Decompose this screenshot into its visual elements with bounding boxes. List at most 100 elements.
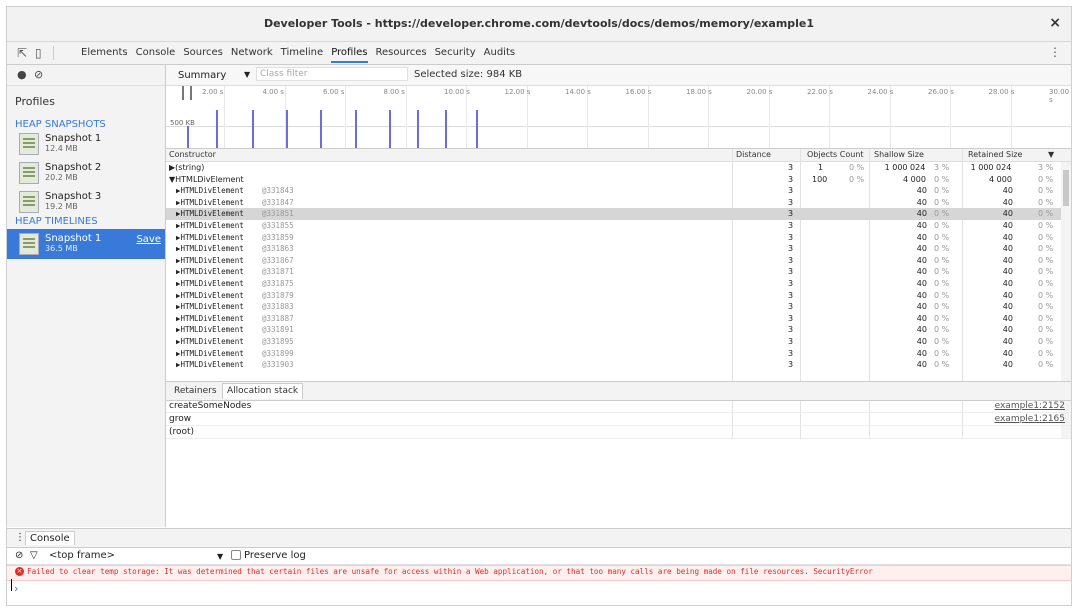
- retained-size-percent: 0 %: [1038, 232, 1054, 242]
- chevron-down-icon[interactable]: ▼: [217, 552, 223, 561]
- constructor-name: ▶HTMLDivElement: [176, 302, 244, 312]
- allocation-bar[interactable]: [389, 110, 391, 148]
- snapshot-icon: [19, 233, 39, 255]
- distance-value: 3: [788, 278, 794, 288]
- range-handle[interactable]: [182, 86, 184, 100]
- close-icon[interactable]: ×: [1049, 15, 1061, 31]
- tab-console[interactable]: Console: [136, 47, 176, 58]
- shallow-size-value: 40: [916, 244, 927, 254]
- table-row[interactable]: ▶HTMLDivElement @331895 3 40 0 % 40 0 %: [166, 336, 1061, 348]
- object-id: @331859: [262, 232, 294, 242]
- table-row[interactable]: ▶HTMLDivElement @331851 3 40 0 % 40 0 %: [166, 208, 1061, 220]
- table-row[interactable]: ▶HTMLDivElement @331887 3 40 0 % 40 0 %: [166, 313, 1061, 325]
- allocation-bar[interactable]: [187, 126, 189, 148]
- view-select[interactable]: Summary: [178, 70, 226, 81]
- class-filter-input[interactable]: Class filter: [256, 67, 408, 81]
- tab-sources[interactable]: Sources: [183, 47, 223, 58]
- table-row[interactable]: ▼HTMLDivElement 3 100 0 % 4 000 0 % 4 000 0 %: [166, 174, 1061, 186]
- table-row[interactable]: ▶HTMLDivElement @331883 3 40 0 % 40 0 %: [166, 301, 1061, 313]
- table-row[interactable]: ▶HTMLDivElement @331871 3 40 0 % 40 0 %: [166, 266, 1061, 278]
- table-row[interactable]: ▶HTMLDivElement @331859 3 40 0 % 40 0 %: [166, 232, 1061, 244]
- table-row[interactable]: ▶HTMLDivElement @331903 3 40 0 % 40 0 %: [166, 359, 1061, 371]
- shallow-size-value: 40: [916, 290, 927, 300]
- sidebar-item-snapshot-1[interactable]: Snapshot 1 12.4 MB: [7, 129, 165, 159]
- table-row[interactable]: ▶HTMLDivElement @331863 3 40 0 % 40 0 %: [166, 243, 1061, 255]
- allocation-bar[interactable]: [355, 110, 357, 148]
- distance-value: 3: [788, 325, 794, 335]
- frame-source-link[interactable]: example1:2152: [995, 400, 1065, 412]
- context-select[interactable]: <top frame>: [49, 550, 115, 561]
- clear-console-icon[interactable]: ⊘: [15, 550, 23, 561]
- col-distance[interactable]: Distance: [736, 150, 771, 159]
- allocation-bar[interactable]: [445, 110, 447, 148]
- allocation-bar[interactable]: [286, 110, 288, 148]
- distance-value: 3: [788, 302, 794, 312]
- tab-network[interactable]: Network: [231, 47, 273, 58]
- table-row[interactable]: ▶HTMLDivElement @331891 3 40 0 % 40 0 %: [166, 324, 1061, 336]
- col-shallow-size[interactable]: Shallow Size: [874, 150, 924, 159]
- sidebar-item-snapshot-2[interactable]: Snapshot 2 20.2 MB: [7, 158, 165, 188]
- col-objects-count[interactable]: Objects Count: [807, 150, 864, 159]
- inspect-element-icon[interactable]: ⇱: [17, 46, 27, 60]
- timeline-tick-label: 4.00 s: [262, 88, 284, 96]
- retained-size-percent: 0 %: [1038, 290, 1054, 300]
- tab-profiles[interactable]: Profiles: [331, 47, 368, 63]
- range-handle[interactable]: [190, 86, 192, 100]
- table-row[interactable]: ▶HTMLDivElement @331855 3 40 0 % 40 0 %: [166, 220, 1061, 232]
- timeline-tick-label: 20.00 s: [746, 88, 773, 96]
- table-row[interactable]: ▶HTMLDivElement @331875 3 40 0 % 40 0 %: [166, 278, 1061, 290]
- tab-resources[interactable]: Resources: [376, 47, 427, 58]
- clear-icon[interactable]: ⊘: [34, 68, 43, 81]
- allocation-bar[interactable]: [216, 110, 218, 148]
- sort-icon[interactable]: ▼: [1048, 150, 1054, 159]
- tab-audits[interactable]: Audits: [484, 47, 515, 58]
- allocation-timeline[interactable]: 500 KB 2.00 s 4.00 s 6.00 s 8.00 s 10.00 s 12…: [166, 86, 1071, 149]
- snapshot-icon: [19, 191, 39, 213]
- sidebar-item-snapshot-3[interactable]: Snapshot 3 19.2 MB: [7, 187, 165, 217]
- retained-size-percent: 0 %: [1038, 267, 1054, 277]
- drawer-menu-icon[interactable]: ⋮: [15, 532, 25, 543]
- shallow-size-percent: 0 %: [934, 267, 950, 277]
- shallow-size-percent: 0 %: [934, 244, 950, 254]
- frame-source-link[interactable]: example1:2165: [995, 413, 1065, 425]
- frame-function: createSomeNodes: [169, 401, 252, 411]
- table-row[interactable]: ▶HTMLDivElement @331899 3 40 0 % 40 0 %: [166, 348, 1061, 360]
- console-prompt[interactable]: ›: [14, 582, 18, 595]
- retained-size-percent: 0 %: [1038, 278, 1054, 288]
- filter-icon[interactable]: ▽: [30, 550, 38, 561]
- device-mode-icon[interactable]: ▯: [35, 46, 42, 60]
- shallow-size-percent: 0 %: [934, 278, 950, 288]
- record-icon[interactable]: ●: [17, 68, 27, 81]
- shallow-size-value: 40: [916, 325, 927, 335]
- retainer-tabs: Retainers Allocation stack: [166, 381, 1071, 401]
- table-row[interactable]: ▶HTMLDivElement @331843 3 40 0 % 40 0 %: [166, 185, 1061, 197]
- tab-retainers[interactable]: Retainers: [174, 386, 217, 396]
- constructor-name: ▶HTMLDivElement: [176, 197, 244, 207]
- retained-size-percent: 0 %: [1038, 186, 1054, 196]
- allocation-bar[interactable]: [320, 110, 322, 148]
- allocation-bar[interactable]: [476, 110, 478, 148]
- retained-size-percent: 0 %: [1038, 348, 1054, 358]
- allocation-bar[interactable]: [417, 110, 419, 148]
- preserve-log-checkbox[interactable]: [231, 550, 241, 560]
- object-id: @331883: [262, 302, 294, 312]
- table-row[interactable]: ▶HTMLDivElement @331867 3 40 0 % 40 0 %: [166, 255, 1061, 267]
- constructor-name: ▶HTMLDivElement: [176, 209, 244, 219]
- col-constructor[interactable]: Constructor: [169, 150, 216, 159]
- table-row[interactable]: ▶(string) 3 1 0 % 1 000 024 3 % 1 000 024 3 %: [166, 162, 1061, 174]
- allocation-bar[interactable]: [252, 110, 254, 148]
- tab-allocation-stack[interactable]: Allocation stack: [222, 383, 304, 399]
- table-row[interactable]: ▶HTMLDivElement @331879 3 40 0 % 40 0 %: [166, 290, 1061, 302]
- chevron-down-icon[interactable]: ▼: [244, 70, 250, 79]
- tab-security[interactable]: Security: [435, 47, 476, 58]
- save-link[interactable]: Save: [136, 234, 161, 245]
- more-options-icon[interactable]: ⋮: [1049, 45, 1061, 59]
- col-retained-size[interactable]: Retained Size: [968, 150, 1022, 159]
- tab-timeline[interactable]: Timeline: [281, 47, 324, 58]
- shallow-size-percent: 0 %: [934, 325, 950, 335]
- tab-elements[interactable]: Elements: [81, 47, 128, 58]
- sidebar-item-timeline-snapshot[interactable]: Snapshot 1 36.5 MB Save: [7, 229, 165, 259]
- table-row[interactable]: ▶HTMLDivElement @331847 3 40 0 % 40 0 %: [166, 197, 1061, 209]
- tab-console[interactable]: Console: [25, 531, 75, 545]
- title-bar: Developer Tools - https://developer.chro…: [7, 7, 1071, 42]
